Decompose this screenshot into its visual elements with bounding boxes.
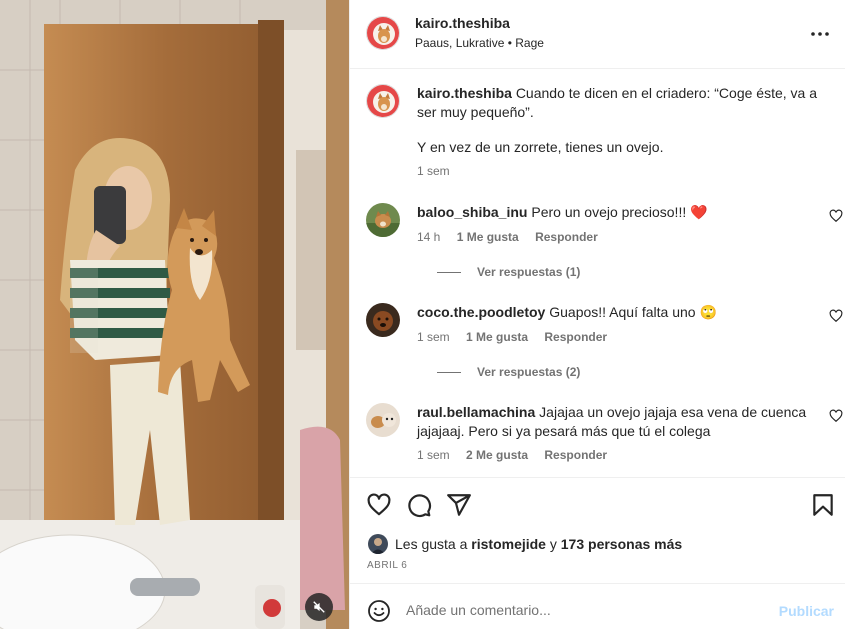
likes-prefix: Les gusta a: [395, 536, 468, 552]
audio-attribution[interactable]: Paaus, Lukrative • Rage: [415, 36, 544, 50]
commenter-username[interactable]: raul.bellamachina: [417, 404, 535, 420]
reply-button[interactable]: Responder: [544, 448, 607, 462]
commenter-avatar[interactable]: [366, 303, 400, 337]
reply-button[interactable]: Responder: [535, 230, 598, 244]
caption-username[interactable]: kairo.theshiba: [417, 85, 512, 101]
comments-list: kairo.theshiba Cuando te dicen en el cri…: [350, 70, 845, 477]
like-comment-heart-icon[interactable]: [829, 309, 843, 323]
author-avatar[interactable]: [366, 16, 400, 50]
post-video[interactable]: [0, 0, 349, 629]
like-comment-heart-icon[interactable]: [829, 209, 843, 223]
commenter-avatar[interactable]: [366, 203, 400, 237]
replies-divider: [437, 271, 461, 273]
replies-divider: [437, 371, 461, 373]
author-username[interactable]: kairo.theshiba: [415, 15, 510, 31]
comment-body: Pero un ovejo precioso!!! ❤️: [531, 204, 708, 220]
comment-composer: Publicar: [350, 583, 845, 629]
post-details-pane: kairo.theshiba Paaus, Lukrative • Rage k…: [349, 0, 845, 629]
liker-username[interactable]: ristomejide: [471, 536, 546, 552]
emoji-icon[interactable]: [367, 599, 391, 623]
comment-item: coco.the.poodletoy Guapos!! Aquí falta u…: [366, 303, 843, 383]
post-date[interactable]: ABRIL 6: [367, 560, 407, 571]
bookmark-icon[interactable]: [810, 492, 836, 518]
view-replies-button[interactable]: Ver respuestas (2): [437, 365, 580, 379]
share-icon[interactable]: [446, 492, 472, 518]
comment-likes[interactable]: 2 Me gusta: [466, 448, 528, 462]
caption-line-2: Y en vez de un zorrete, tienes un ovejo.: [417, 139, 664, 155]
more-options-button[interactable]: [808, 24, 832, 44]
mute-toggle-button[interactable]: [305, 593, 333, 621]
likes-others-link[interactable]: 173 personas más: [561, 536, 682, 552]
comment-meta: 1 sem 2 Me gusta Responder: [417, 448, 620, 462]
commenter-avatar[interactable]: [366, 403, 400, 437]
comment-icon[interactable]: [406, 492, 432, 518]
comment-text: coco.the.poodletoy Guapos!! Aquí falta u…: [417, 303, 822, 322]
caption-author-avatar[interactable]: [366, 84, 400, 118]
comment-text: raul.bellamachina Jajajaa un ovejo jajaj…: [417, 403, 822, 441]
view-replies-label: Ver respuestas (2): [477, 365, 581, 379]
liker-avatar[interactable]: [368, 534, 388, 554]
publish-button[interactable]: Publicar: [779, 603, 834, 619]
muted-speaker-icon: [313, 601, 325, 613]
likes-joiner: y: [549, 536, 557, 552]
view-replies-button[interactable]: Ver respuestas (1): [437, 265, 580, 279]
like-comment-heart-icon[interactable]: [829, 409, 843, 423]
commenter-username[interactable]: coco.the.poodletoy: [417, 304, 545, 320]
comment-text: baloo_shiba_inu Pero un ovejo precioso!!…: [417, 203, 822, 222]
post-actions: Les gusta a ristomejide y 173 personas m…: [350, 477, 845, 582]
comment-meta: 14 h 1 Me gusta Responder: [417, 230, 611, 244]
heart-icon[interactable]: [366, 492, 392, 518]
comment-time[interactable]: 1 sem: [417, 330, 450, 344]
post-header: kairo.theshiba Paaus, Lukrative • Rage: [350, 0, 845, 69]
comment-time[interactable]: 1 sem: [417, 448, 450, 462]
caption: kairo.theshiba Cuando te dicen en el cri…: [366, 84, 836, 184]
comment-likes[interactable]: 1 Me gusta: [457, 230, 519, 244]
view-replies-label: Ver respuestas (1): [477, 265, 581, 279]
comment-input[interactable]: [406, 597, 766, 623]
commenter-username[interactable]: baloo_shiba_inu: [417, 204, 527, 220]
video-frame: [0, 0, 349, 629]
comment-item: baloo_shiba_inu Pero un ovejo precioso!!…: [366, 203, 843, 283]
comment-item: raul.bellamachina Jajajaa un ovejo jajaj…: [366, 403, 843, 473]
caption-time[interactable]: 1 sem: [417, 164, 450, 178]
caption-text: kairo.theshiba Cuando te dicen en el cri…: [417, 84, 822, 157]
comment-likes[interactable]: 1 Me gusta: [466, 330, 528, 344]
likes-summary: Les gusta a ristomejide y 173 personas m…: [368, 534, 682, 554]
comment-body: Guapos!! Aquí falta uno 🙄: [549, 304, 717, 320]
comment-meta: 1 sem 1 Me gusta Responder: [417, 330, 620, 344]
comment-time[interactable]: 14 h: [417, 230, 440, 244]
reply-button[interactable]: Responder: [544, 330, 607, 344]
caption-meta: 1 sem: [417, 164, 463, 178]
more-horizontal-icon: [811, 32, 829, 36]
